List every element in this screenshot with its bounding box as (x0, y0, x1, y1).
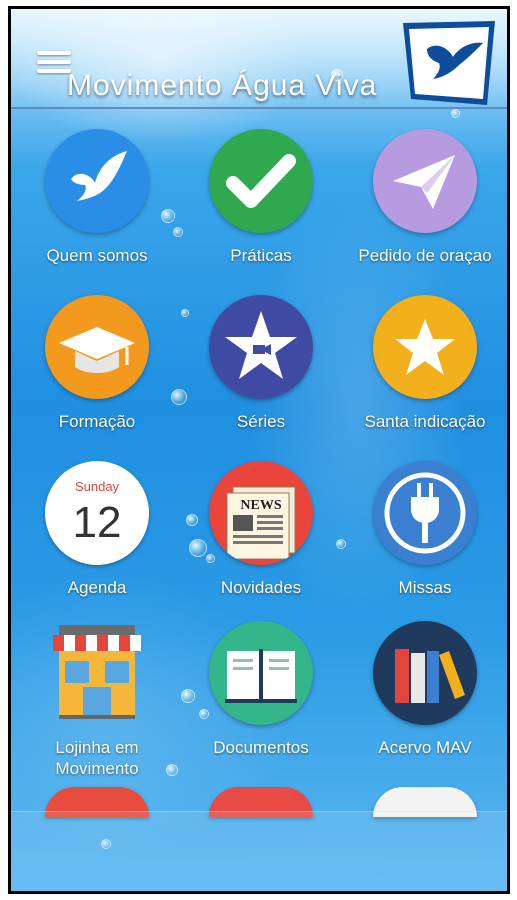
tile-label: Práticas (230, 246, 292, 265)
graduation-cap-icon (45, 295, 149, 399)
shop-icon (45, 621, 149, 725)
dove-logo-icon (403, 21, 495, 105)
tile-label: Lojinha em Movimento (55, 738, 139, 778)
tile-praticas[interactable]: Práticas (177, 129, 345, 266)
star-video-icon (209, 295, 313, 399)
star-icon (373, 295, 477, 399)
tile-label: Quem somos (46, 246, 148, 265)
tile-label: Séries (236, 412, 286, 431)
tile-label: Novidades (220, 578, 302, 597)
calendar-day: Sunday (75, 479, 120, 494)
tile-label: Missas (398, 578, 452, 597)
tile-agenda[interactable]: Sunday 12 Agenda (13, 461, 181, 598)
tile-formacao[interactable]: Formação (13, 295, 181, 432)
power-plug-icon (373, 461, 477, 565)
tile-acervo-mav[interactable]: Acervo MAV (341, 621, 507, 758)
tile-missas[interactable]: Missas (341, 461, 507, 598)
tile-lojinha[interactable]: Lojinha em Movimento (13, 621, 181, 779)
open-book-icon (209, 621, 313, 725)
tile-novidades[interactable]: NEWS Novidades (177, 461, 345, 598)
app-screen: Movimento Água Viva Quem somos Práticas (8, 6, 510, 894)
tile-label: Acervo MAV (378, 738, 472, 757)
bottom-bar (11, 811, 507, 891)
books-icon (373, 621, 477, 725)
tile-label: Pedido de oraçao (358, 246, 492, 265)
newspaper-text: NEWS (240, 498, 281, 513)
tile-santa-indicacao[interactable]: Santa indicação (341, 295, 507, 432)
tile-documentos[interactable]: Documentos (177, 621, 345, 758)
hamburger-menu-icon[interactable] (37, 51, 71, 77)
tile-label: Santa indicação (364, 412, 486, 431)
app-title: Movimento Água Viva (67, 69, 378, 102)
tile-pedido-de-oracao[interactable]: Pedido de oraçao (341, 129, 507, 266)
tile-quem-somos[interactable]: Quem somos (13, 129, 181, 266)
tile-label: Formação (58, 412, 136, 431)
app-header: Movimento Água Viva (11, 9, 507, 109)
calendar-date: 12 (73, 498, 122, 547)
water-bubble (451, 109, 460, 118)
newspaper-icon: NEWS (209, 461, 313, 565)
tile-series[interactable]: Séries (177, 295, 345, 432)
tile-label: Documentos (213, 738, 309, 757)
dove-icon (45, 129, 149, 233)
paper-plane-icon (373, 129, 477, 233)
tile-label: Agenda (67, 578, 127, 597)
checkmark-icon (209, 129, 313, 233)
calendar-icon: Sunday 12 (45, 461, 149, 565)
